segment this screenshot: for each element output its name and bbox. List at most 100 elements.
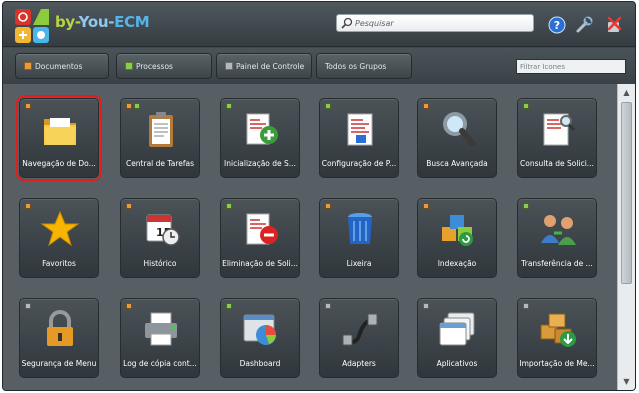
category-indicators	[226, 303, 232, 309]
magnifier-icon	[443, 112, 476, 147]
app-logo-text: by-You-ECM	[55, 13, 150, 31]
folder-icon	[44, 118, 76, 145]
svg-text:?: ?	[554, 19, 560, 32]
app-window: by-You-ECM ? Documentos	[2, 1, 636, 391]
search-input[interactable]	[355, 16, 531, 30]
category-dot-icon	[423, 103, 429, 109]
vertical-scrollbar[interactable]: ▲ ▼	[617, 84, 635, 390]
document-remove-icon	[246, 213, 278, 245]
green-square-icon	[125, 62, 133, 70]
tile-magnifier[interactable]: Busca Avançada	[417, 98, 497, 178]
tile-label: Inicialização de S...	[224, 159, 296, 168]
star-icon	[40, 210, 80, 247]
category-dot-icon	[226, 303, 232, 309]
windows-icon	[439, 312, 475, 346]
clipboard-icon	[149, 112, 173, 147]
cubes-icon	[442, 215, 473, 246]
category-indicators	[423, 203, 429, 209]
tile-label: Busca Avançada	[426, 159, 488, 168]
tile-document-search[interactable]: Consulta de Solici...	[517, 98, 597, 178]
category-indicators	[25, 303, 31, 309]
header-bar: by-You-ECM ?	[3, 2, 635, 47]
scroll-up-arrow-icon[interactable]: ▲	[620, 86, 633, 99]
category-indicators	[423, 303, 429, 309]
category-indicators	[25, 203, 31, 209]
category-dot-icon	[325, 103, 331, 109]
category-indicators	[226, 103, 232, 109]
tile-clipboard[interactable]: Central de Tarefas	[120, 98, 200, 178]
gray-square-icon	[225, 62, 233, 70]
boxes-import-icon	[540, 313, 576, 347]
tile-label: Transferência de ...	[521, 259, 593, 268]
tile-label: Configuração de P...	[321, 159, 397, 168]
tile-document-config[interactable]: Configuração de P...	[319, 98, 399, 178]
category-indicators	[126, 203, 132, 209]
tile-calendar-clock[interactable]: 15 Histórico	[120, 198, 200, 278]
category-indicators	[325, 103, 331, 109]
category-dot-icon	[226, 103, 232, 109]
tile-cubes[interactable]: Indexação	[417, 198, 497, 278]
logout-icon[interactable]	[605, 16, 623, 34]
category-dot-icon	[25, 303, 31, 309]
orange-square-icon	[24, 62, 32, 70]
icon-grid: Navegação de Do... Central de Tarefas Inic…	[3, 84, 617, 390]
tile-document-add[interactable]: Inicialização de S...	[220, 98, 300, 178]
usb-cable-icon	[342, 313, 378, 346]
magnifier-icon[interactable]	[341, 17, 353, 29]
tile-label: Dashboard	[239, 359, 281, 368]
category-dot-icon	[523, 303, 529, 309]
category-indicators	[325, 203, 331, 209]
tile-document-remove[interactable]: Eliminação de Soli...	[220, 198, 300, 278]
category-dot-icon	[126, 303, 132, 309]
category-dot-icon	[226, 203, 232, 209]
dashboard-chart-icon	[243, 314, 276, 345]
tile-boxes-import[interactable]: Importação de Me...	[517, 298, 597, 378]
scroll-thumb[interactable]	[621, 102, 632, 284]
app-logo-icon	[15, 9, 49, 43]
tile-dashboard-chart[interactable]: Dashboard	[220, 298, 300, 378]
tile-padlock[interactable]: Segurança de Menu	[19, 298, 99, 378]
tile-folder[interactable]: Navegação de Do...	[16, 95, 102, 181]
help-icon[interactable]: ?	[548, 16, 566, 34]
tile-users-transfer[interactable]: Transferência de ...	[517, 198, 597, 278]
toolbar-button-todos-os-grupos[interactable]: Todos os Grupos	[316, 53, 412, 79]
tools-icon[interactable]	[575, 16, 593, 34]
search-box[interactable]	[336, 14, 534, 32]
toolbar-button-painel-de-controle[interactable]: Painel de Controle	[216, 53, 312, 79]
document-search-icon	[543, 113, 576, 146]
category-dot-icon	[134, 103, 140, 109]
tile-label: Log de cópia cont...	[123, 359, 197, 368]
tile-label: Eliminação de Soli...	[222, 259, 298, 268]
tile-windows[interactable]: Aplicativos	[417, 298, 497, 378]
tile-label: Importação de Me...	[519, 359, 595, 368]
filter-icons-input[interactable]	[516, 59, 626, 74]
category-dot-icon	[25, 103, 31, 109]
users-transfer-icon	[541, 215, 576, 245]
tile-trash[interactable]: Lixeira	[319, 198, 399, 278]
category-dot-icon	[523, 203, 529, 209]
category-indicators	[126, 103, 140, 109]
toolbar-button-label: Painel de Controle	[236, 61, 305, 71]
tile-printer[interactable]: Log de cópia cont...	[120, 298, 200, 378]
category-indicators	[523, 303, 529, 309]
tile-label: Central de Tarefas	[125, 159, 195, 168]
padlock-icon	[47, 310, 73, 346]
category-indicators	[523, 203, 529, 209]
tile-label: Favoritos	[42, 259, 76, 268]
category-dot-icon	[126, 203, 132, 209]
tile-label: Aplicativos	[436, 359, 478, 368]
tile-label: Indexação	[437, 259, 477, 268]
category-indicators	[226, 203, 232, 209]
tile-label: Lixeira	[346, 259, 372, 268]
toolbar-button-documentos[interactable]: Documentos	[15, 53, 109, 79]
toolbar-button-label: Todos os Grupos	[325, 61, 387, 71]
category-indicators	[423, 103, 429, 109]
category-dot-icon	[126, 103, 132, 109]
tile-label: Segurança de Menu	[21, 359, 97, 368]
category-indicators	[325, 303, 331, 309]
scroll-down-arrow-icon[interactable]: ▼	[620, 375, 633, 388]
toolbar-button-processos[interactable]: Processos	[116, 53, 212, 79]
tile-usb-cable[interactable]: Adapters	[319, 298, 399, 378]
toolbar-button-label: Processos	[136, 61, 173, 71]
tile-star[interactable]: Favoritos	[19, 198, 99, 278]
